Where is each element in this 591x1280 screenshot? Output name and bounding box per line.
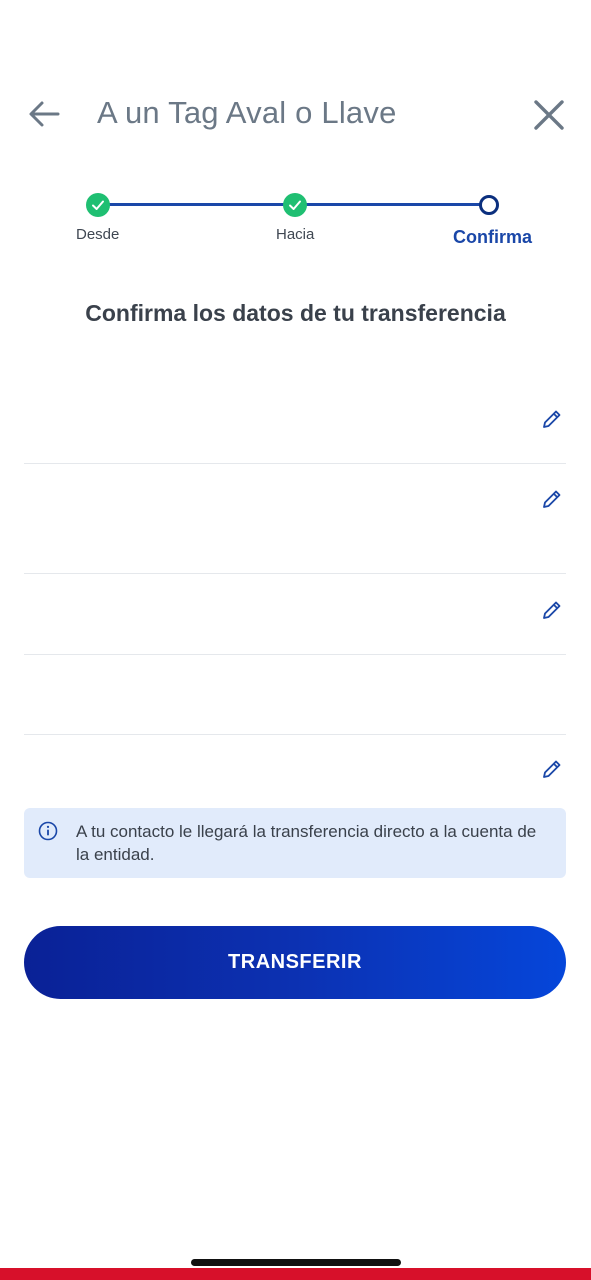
arrow-left-icon (29, 101, 60, 127)
edit-button[interactable] (540, 598, 564, 622)
pencil-icon (543, 760, 561, 778)
home-indicator[interactable] (191, 1259, 401, 1266)
detail-row (24, 384, 566, 464)
close-icon (534, 100, 564, 130)
step-current-indicator (479, 195, 499, 215)
step-label-confirma: Confirma (453, 227, 533, 247)
check-icon (289, 200, 301, 210)
pencil-icon (543, 410, 561, 428)
step-label-desde: Desde (76, 226, 120, 243)
pencil-icon (543, 490, 561, 508)
brand-bottom-bar (0, 1268, 591, 1280)
progress-stepper: Desde Hacia Confirma (0, 190, 591, 260)
edit-button[interactable] (540, 487, 564, 511)
detail-row (24, 574, 566, 655)
pencil-icon (543, 601, 561, 619)
step-done-indicator (283, 193, 307, 217)
info-icon (38, 821, 58, 841)
transfer-button[interactable]: TRANSFERIR (24, 926, 566, 999)
info-text: A tu contacto le llegará la transferenci… (76, 822, 537, 864)
info-banner: A tu contacto le llegará la transferenci… (24, 808, 566, 878)
back-button[interactable] (22, 94, 66, 134)
confirm-title: Confirma los datos de tu transferencia (85, 300, 506, 326)
detail-row (24, 655, 566, 735)
step-done-indicator (86, 193, 110, 217)
step-connector (295, 203, 489, 206)
check-icon (92, 200, 104, 210)
edit-button[interactable] (540, 407, 564, 431)
app-header: A un Tag Aval o Llave (0, 80, 591, 146)
transfer-button-label: TRANSFERIR (228, 951, 362, 973)
edit-button[interactable] (540, 757, 564, 781)
detail-row (24, 735, 566, 805)
step-connector (98, 203, 295, 206)
detail-row (24, 464, 566, 574)
close-button[interactable] (528, 94, 570, 136)
page-title: A un Tag Aval o Llave (97, 95, 397, 130)
step-label-hacia: Hacia (276, 226, 315, 243)
